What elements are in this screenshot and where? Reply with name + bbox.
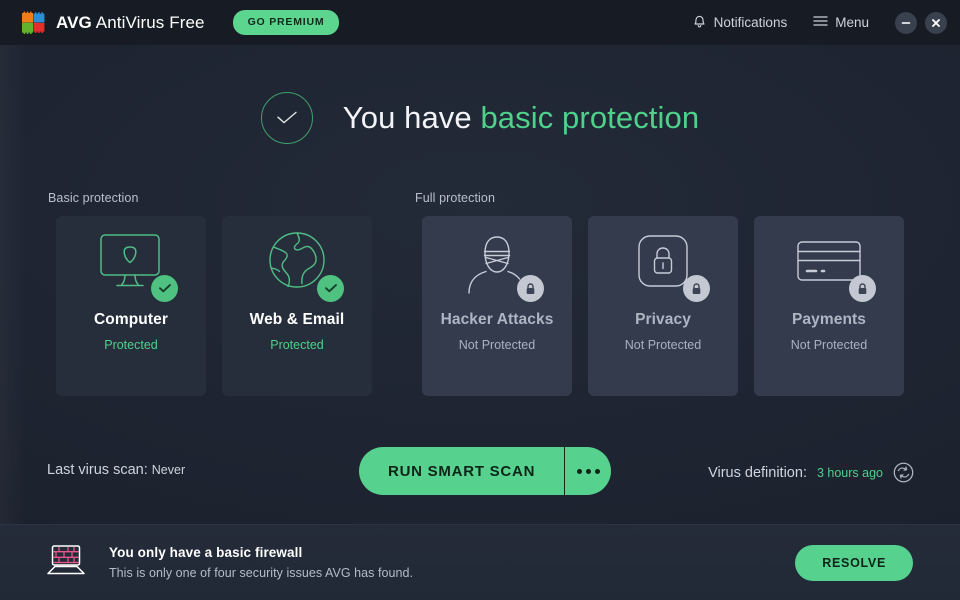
menu-button[interactable]: Menu [813, 15, 869, 30]
firewall-laptop-icon [44, 543, 88, 582]
card-title: Web & Email [250, 311, 345, 329]
run-smart-scan-button[interactable]: RUN SMART SCAN [359, 447, 564, 495]
card-title: Hacker Attacks [441, 311, 554, 329]
globe-icon [222, 216, 372, 308]
check-badge-icon [151, 275, 178, 302]
alert-subtitle: This is only one of four security issues… [109, 566, 413, 580]
check-badge-icon [317, 275, 344, 302]
card-title: Privacy [635, 311, 691, 329]
brand-avg: AVG [56, 13, 92, 32]
resolve-button[interactable]: RESOLVE [795, 545, 913, 581]
virus-definition-value: 3 hours ago [817, 466, 883, 480]
title-bar: AVG AntiVirus Free GO PREMIUM Notificati… [0, 0, 960, 45]
card-status: Protected [104, 338, 158, 352]
full-protection-section-label: Full protection [415, 191, 495, 205]
headline-accent: basic protection [480, 100, 699, 135]
masked-hacker-icon [422, 216, 572, 308]
scan-options-button[interactable] [564, 447, 611, 495]
page-title: You have basic protection [343, 100, 699, 136]
basic-protection-section-label: Basic protection [48, 191, 139, 205]
app-title: AVG AntiVirus Free [56, 13, 205, 33]
protection-card-payments[interactable]: Payments Not Protected [754, 216, 904, 396]
card-title: Payments [792, 311, 866, 329]
avg-antivirus-window: AVG AntiVirus Free GO PREMIUM Notificati… [0, 0, 960, 600]
refresh-icon [893, 462, 914, 483]
lock-badge-icon [683, 275, 710, 302]
last-scan-info: Last virus scan: Never [47, 462, 185, 478]
protection-card-web-email[interactable]: Web & Email Protected [222, 216, 372, 396]
alert-text: You only have a basic firewall This is o… [109, 545, 413, 580]
close-button[interactable] [925, 12, 947, 34]
alert-title: You only have a basic firewall [109, 545, 413, 560]
bell-icon [692, 13, 707, 32]
last-scan-label: Last virus scan: [47, 462, 148, 478]
notifications-button[interactable]: Notifications [692, 13, 788, 32]
menu-label: Menu [835, 15, 869, 30]
virus-definition-info: Virus definition: 3 hours ago [708, 462, 914, 483]
alert-bar: You only have a basic firewall This is o… [0, 524, 960, 600]
protection-card-privacy[interactable]: Privacy Not Protected [588, 216, 738, 396]
notifications-label: Notifications [714, 15, 788, 30]
card-status: Not Protected [791, 338, 867, 352]
credit-card-icon [754, 216, 904, 308]
avg-logo-icon [20, 9, 47, 36]
monitor-shield-icon [56, 216, 206, 308]
brand-product: AntiVirus Free [96, 13, 205, 32]
check-circle-icon [261, 92, 313, 144]
refresh-definitions-button[interactable] [893, 462, 914, 483]
title-bar-right: Notifications Menu [692, 12, 960, 34]
smart-scan-control[interactable]: RUN SMART SCAN [359, 447, 611, 495]
card-status: Not Protected [625, 338, 701, 352]
ellipsis-icon [577, 469, 600, 474]
card-title: Computer [94, 311, 168, 329]
virus-definition-label: Virus definition: [708, 465, 807, 481]
card-status: Protected [270, 338, 324, 352]
protection-status-headline: You have basic protection [0, 92, 960, 144]
lock-badge-icon [849, 275, 876, 302]
protection-card-computer[interactable]: Computer Protected [56, 216, 206, 396]
lock-badge-icon [517, 275, 544, 302]
padlock-square-icon [588, 216, 738, 308]
go-premium-button[interactable]: GO PREMIUM [233, 10, 340, 35]
protection-cards: Computer Protected Web & Email Protec [0, 216, 960, 396]
close-icon [930, 17, 942, 29]
last-scan-value: Never [152, 463, 185, 477]
hamburger-icon [813, 15, 828, 30]
card-status: Not Protected [459, 338, 535, 352]
protection-card-hacker-attacks[interactable]: Hacker Attacks Not Protected [422, 216, 572, 396]
minimize-button[interactable] [895, 12, 917, 34]
headline-prefix: You have [343, 100, 481, 135]
minimize-icon [900, 17, 912, 29]
title-bar-left: AVG AntiVirus Free GO PREMIUM [0, 9, 339, 36]
